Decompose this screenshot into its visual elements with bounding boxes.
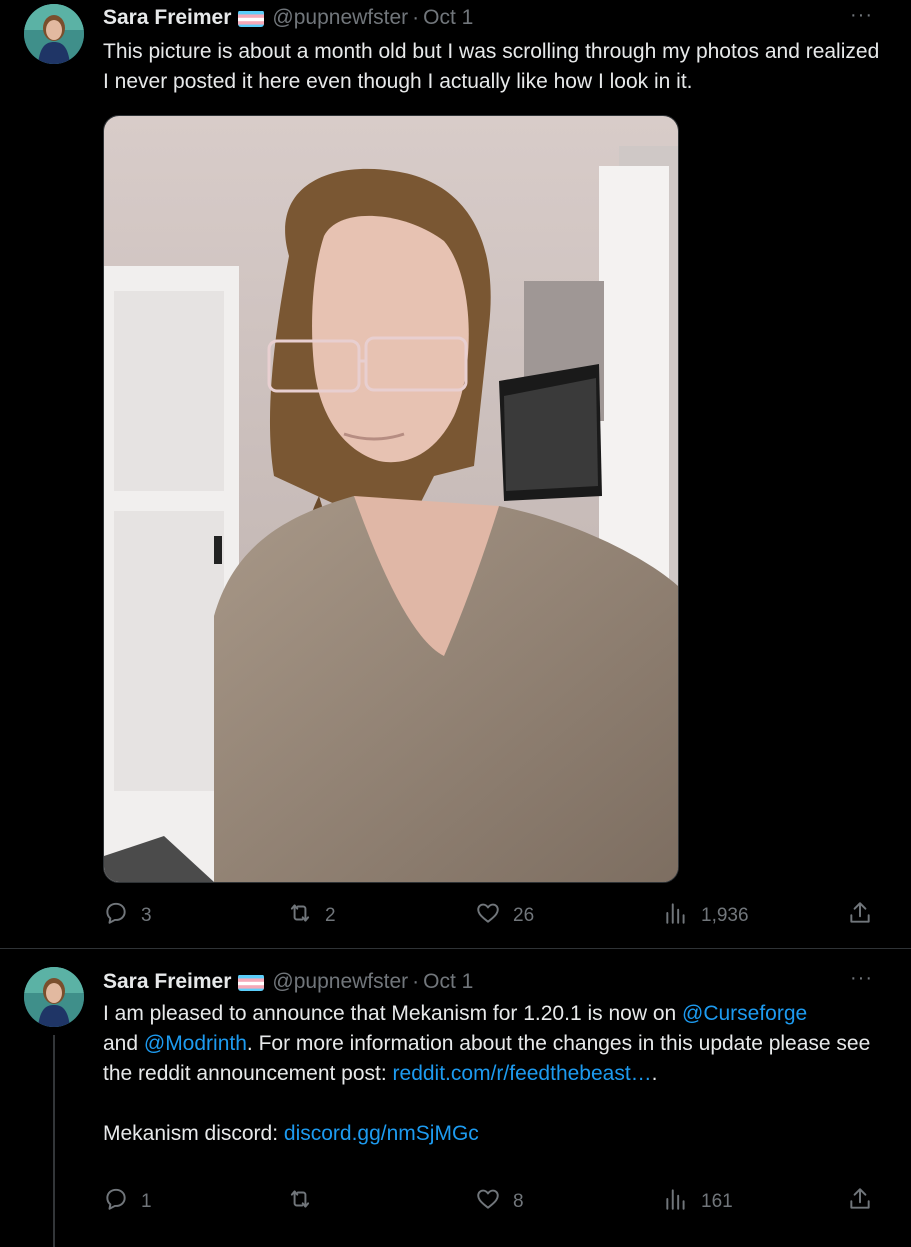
share-button[interactable]	[847, 900, 873, 932]
author-name[interactable]: Sara Freimer	[103, 6, 231, 30]
author-handle[interactable]: @pupnewfster	[272, 6, 408, 30]
like-count: 8	[513, 1191, 524, 1212]
reply-icon	[103, 900, 141, 932]
author-name[interactable]: Sara Freimer	[103, 970, 231, 994]
separator: ·	[412, 6, 420, 29]
avatar[interactable]	[24, 967, 84, 1027]
more-icon[interactable]: ···	[850, 967, 873, 990]
heart-icon	[475, 900, 513, 932]
share-icon	[847, 900, 873, 932]
text-segment: and	[103, 1032, 144, 1055]
tweet-date[interactable]: Oct 1	[423, 6, 473, 30]
tweet-actions: 1 8 161	[103, 1186, 873, 1216]
views-button[interactable]: 1,936	[663, 900, 749, 932]
tweet-text: This picture is about a month old but I …	[103, 40, 880, 93]
avatar[interactable]	[24, 4, 84, 64]
retweet-button[interactable]: 2	[287, 900, 336, 932]
reddit-link[interactable]: reddit.com/r/feedthebeast…	[393, 1062, 652, 1085]
share-icon	[847, 1186, 873, 1218]
tweet[interactable]: Sara Freimer @pupnewfster · Oct 1 ··· I …	[0, 949, 911, 1247]
text-segment: I am pleased to announce that Mekanism f…	[103, 1002, 683, 1025]
transgender-flag-icon	[238, 974, 265, 991]
separator: ·	[412, 970, 420, 993]
tweet[interactable]: Sara Freimer @pupnewfster · Oct 1 ··· Th…	[0, 0, 911, 949]
discord-label: Mekanism discord:	[103, 1122, 284, 1145]
reply-icon	[103, 1186, 141, 1218]
tweet-header: Sara Freimer @pupnewfster · Oct 1	[103, 4, 473, 32]
retweet-icon	[287, 900, 325, 932]
author-handle[interactable]: @pupnewfster	[272, 970, 408, 994]
views-icon	[663, 1186, 701, 1218]
text-segment: .	[651, 1062, 658, 1085]
reply-button[interactable]: 3	[103, 900, 152, 932]
more-icon[interactable]: ···	[850, 4, 873, 27]
views-icon	[663, 900, 701, 932]
tweet-header: Sara Freimer @pupnewfster · Oct 1	[103, 968, 473, 996]
tweet-text: I am pleased to announce that Mekanism f…	[103, 999, 883, 1149]
transgender-flag-icon	[238, 10, 265, 27]
reply-button[interactable]: 1	[103, 1186, 152, 1218]
like-button[interactable]: 26	[475, 900, 534, 932]
mention-modrinth[interactable]: @Modrinth	[144, 1032, 247, 1055]
thread-line	[53, 1035, 55, 1247]
reply-count: 1	[141, 1191, 152, 1212]
view-count: 161	[701, 1191, 733, 1212]
tweet-date[interactable]: Oct 1	[423, 970, 473, 994]
discord-link[interactable]: discord.gg/nmSjMGc	[284, 1122, 479, 1145]
views-button[interactable]: 161	[663, 1186, 733, 1218]
heart-icon	[475, 1186, 513, 1218]
tweet-actions: 3 2 26 1,936	[103, 900, 873, 930]
retweet-button[interactable]	[287, 1186, 325, 1218]
reply-count: 3	[141, 905, 152, 926]
mention-curseforge[interactable]: @Curseforge	[682, 1002, 807, 1025]
share-button[interactable]	[847, 1186, 873, 1218]
like-button[interactable]: 8	[475, 1186, 524, 1218]
retweet-icon	[287, 1186, 325, 1218]
view-count: 1,936	[701, 905, 749, 926]
retweet-count: 2	[325, 905, 336, 926]
like-count: 26	[513, 905, 535, 926]
tweet-photo[interactable]	[103, 115, 679, 883]
